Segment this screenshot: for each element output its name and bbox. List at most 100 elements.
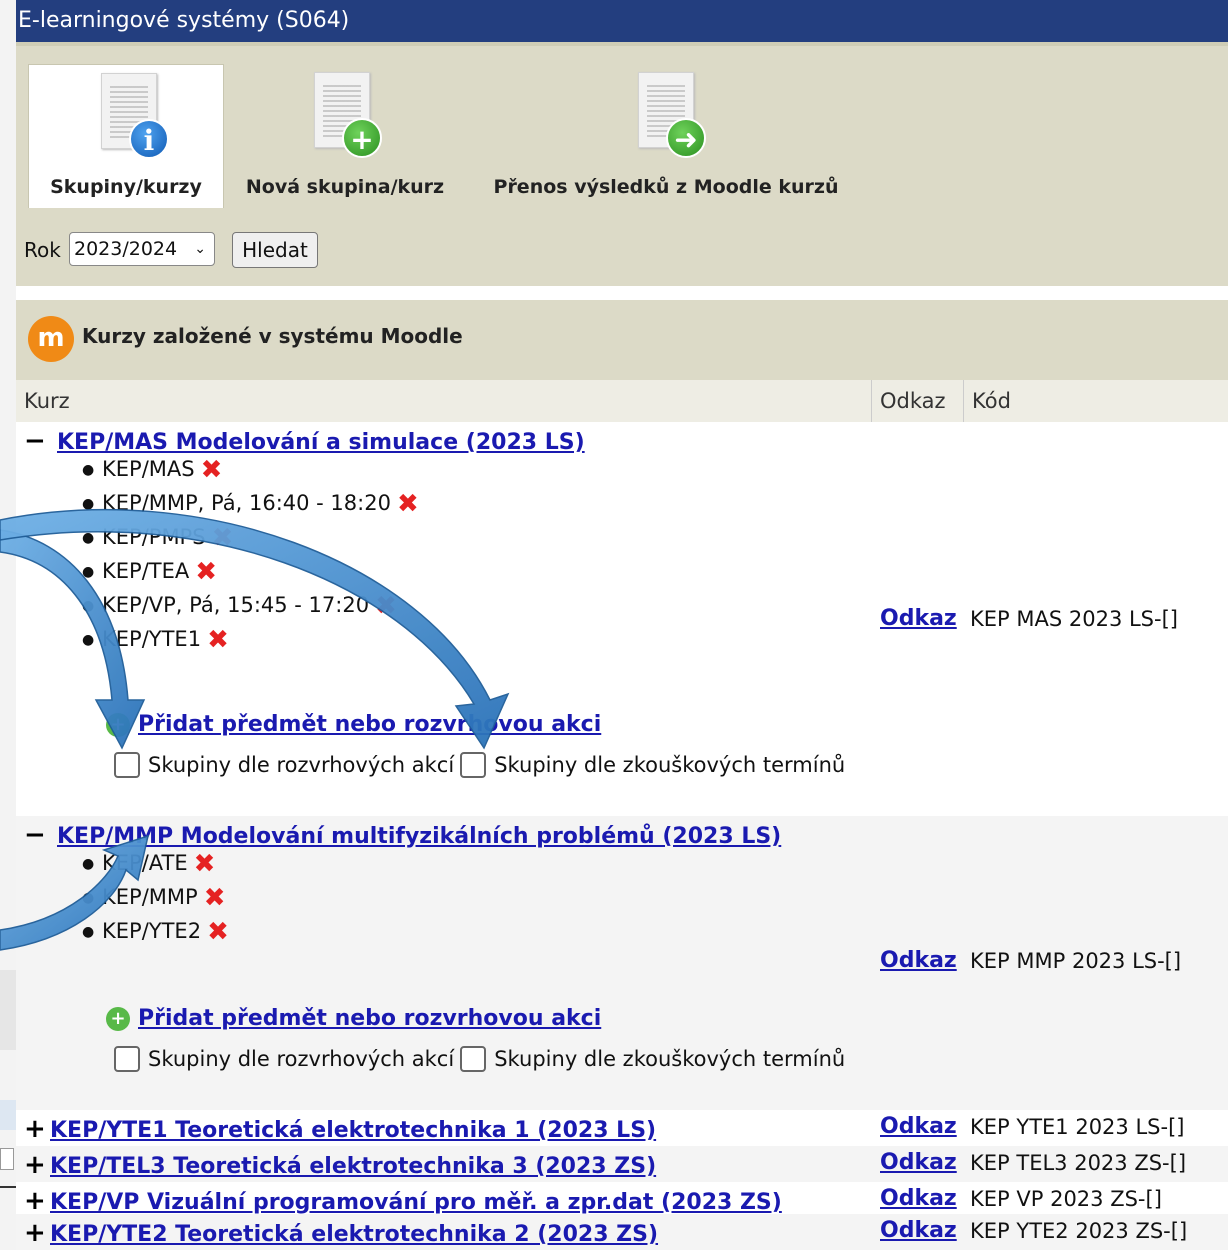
table-row: + KEP/VP Vizuální programování pro měř. a…: [16, 1182, 1228, 1218]
subject-label: KEP/YTE2: [102, 919, 202, 943]
collapse-toggle[interactable]: −: [24, 426, 50, 456]
course-row: − KEP/MMP Modelování multifyzikálních pr…: [16, 816, 1228, 1110]
list-item: ● KEP/YTE1 ✖: [82, 625, 229, 655]
remove-icon[interactable]: ✖: [195, 557, 217, 587]
year-value: 2023/2024: [74, 238, 178, 260]
subject-label: KEP/VP, Pá, 15:45 - 17:20: [102, 593, 370, 617]
column-header-course: Kurz: [24, 389, 70, 413]
expand-toggle[interactable]: +: [24, 1150, 50, 1180]
list-item: ● KEP/ATE ✖: [82, 849, 216, 879]
tab-prenos-vysledku[interactable]: ➜ Přenos výsledků z Moodle kurzů: [474, 64, 858, 212]
list-item: ● KEP/MAS ✖: [82, 455, 223, 485]
course-odkaz-link[interactable]: Odkaz: [880, 1150, 957, 1175]
list-item: ● KEP/YTE2 ✖: [82, 917, 229, 947]
course-code: KEP TEL3 2023 ZS-[]: [970, 1151, 1187, 1175]
groups-by-schedule-checkbox[interactable]: [114, 752, 140, 778]
course-odkaz-link[interactable]: Odkaz: [880, 1218, 957, 1243]
app-window: E-learningové systémy (S064) i Skupiny/k…: [16, 0, 1228, 1250]
remove-icon[interactable]: ✖: [212, 523, 234, 553]
tab-nova-skupina[interactable]: + Nová skupina/kurz: [230, 64, 460, 212]
year-label: Rok: [24, 238, 61, 262]
info-document-icon: i: [93, 73, 169, 159]
checkbox-label: Skupiny dle zkouškových termínů: [494, 1047, 846, 1071]
section-header: m Kurzy založené v systému Moodle: [16, 300, 1228, 380]
tab-skupiny-kurzy[interactable]: i Skupiny/kurzy: [28, 64, 224, 212]
list-item: ● KEP/VP, Pá, 15:45 - 17:20 ✖: [82, 591, 397, 621]
table-row: + KEP/TEL3 Teoretická elektrotechnika 3 (…: [16, 1146, 1228, 1182]
table-header: Kurz Odkaz Kód: [16, 380, 1228, 422]
tab-bar: i Skupiny/kurzy + Nová skupina/kurz ➜ Př…: [16, 42, 1228, 212]
table-row: + KEP/YTE2 Teoretická elektrotechnika 2 (…: [16, 1214, 1228, 1250]
remove-icon[interactable]: ✖: [194, 849, 216, 879]
groups-by-schedule-checkbox[interactable]: [114, 1046, 140, 1072]
subject-label: KEP/MAS: [102, 457, 195, 481]
add-subject-link[interactable]: Přidat předmět nebo rozvrhovou akci: [138, 712, 601, 737]
course-code: KEP YTE1 2023 LS-[]: [970, 1115, 1185, 1139]
course-code: KEP YTE2 2023 ZS-[]: [970, 1219, 1188, 1243]
course-odkaz-link[interactable]: Odkaz: [880, 606, 957, 631]
checkbox-label: Skupiny dle rozvrhových akcí: [148, 1047, 455, 1071]
course-link[interactable]: KEP/YTE2 Teoretická elektrotechnika 2 (2…: [50, 1222, 658, 1247]
tab-label: Přenos výsledků z Moodle kurzů: [493, 176, 839, 198]
chevron-down-icon: ⌄: [194, 241, 206, 257]
add-circle-icon: +: [106, 713, 130, 737]
course-link[interactable]: KEP/YTE1 Teoretická elektrotechnika 1 (2…: [50, 1118, 656, 1143]
tab-label: Nová skupina/kurz: [245, 176, 445, 198]
groups-by-exam-checkbox[interactable]: [460, 752, 487, 778]
add-subject-link[interactable]: Přidat předmět nebo rozvrhovou akci: [138, 1006, 601, 1031]
course-odkaz-link[interactable]: Odkaz: [880, 948, 957, 973]
background-divider: [0, 1186, 16, 1188]
course-code: KEP MAS 2023 LS-[]: [970, 607, 1178, 631]
subject-label: KEP/MMP, Pá, 16:40 - 18:20: [102, 491, 391, 515]
remove-icon[interactable]: ✖: [204, 883, 226, 913]
filter-bar: Rok 2023/2024 ⌄ Hledat: [16, 208, 1228, 286]
groups-by-exam-checkbox[interactable]: [460, 1046, 487, 1072]
column-header-code: Kód: [963, 380, 1011, 422]
background-window: [0, 0, 16, 1250]
group-options: Skupiny dle rozvrhových akcí Skupiny dle …: [114, 1046, 851, 1072]
add-subject-row: + Přidat předmět nebo rozvrhovou akci: [106, 712, 601, 737]
add-subject-row: + Přidat předmět nebo rozvrhovou akci: [106, 1006, 601, 1031]
checkbox-label: Skupiny dle zkouškových termínů: [494, 753, 846, 777]
table-row: + KEP/YTE1 Teoretická elektrotechnika 1 (…: [16, 1110, 1228, 1146]
expand-toggle[interactable]: +: [24, 1114, 50, 1144]
window-title: E-learningové systémy (S064): [16, 0, 1228, 42]
subject-list: ● KEP/MAS ✖ ● KEP/MMP, Pá, 16:40 - 18:20 ✖ ●…: [82, 452, 419, 656]
subject-label: KEP/ATE: [102, 851, 188, 875]
course-odkaz-link[interactable]: Odkaz: [880, 1114, 957, 1139]
search-button[interactable]: Hledat: [232, 232, 318, 268]
column-header-link: Odkaz: [871, 380, 963, 422]
section-title: Kurzy založené v systému Moodle: [82, 324, 463, 348]
list-item: ● KEP/MMP, Pá, 16:40 - 18:20 ✖: [82, 489, 419, 519]
year-select[interactable]: 2023/2024 ⌄: [69, 232, 215, 266]
group-options: Skupiny dle rozvrhových akcí Skupiny dle …: [114, 752, 851, 778]
course-link[interactable]: KEP/VP Vizuální programování pro měř. a …: [50, 1190, 782, 1215]
tab-label: Skupiny/kurzy: [50, 176, 202, 198]
remove-icon[interactable]: ✖: [207, 917, 229, 947]
list-item: ● KEP/PMPS ✖: [82, 523, 234, 553]
moodle-icon: m: [28, 316, 74, 362]
expand-toggle[interactable]: +: [24, 1218, 50, 1248]
course-odkaz-link[interactable]: Odkaz: [880, 1186, 957, 1211]
background-row: [0, 1100, 16, 1130]
remove-icon[interactable]: ✖: [207, 625, 229, 655]
add-document-icon: +: [306, 72, 382, 158]
subject-label: KEP/TEA: [102, 559, 190, 583]
collapse-toggle[interactable]: −: [24, 820, 50, 850]
background-control: [0, 1148, 14, 1170]
subject-label: KEP/MMP: [102, 885, 198, 909]
subject-label: KEP/PMPS: [102, 525, 206, 549]
expand-toggle[interactable]: +: [24, 1186, 50, 1216]
remove-icon[interactable]: ✖: [201, 455, 223, 485]
list-item: ● KEP/TEA ✖: [82, 557, 218, 587]
course-row: − KEP/MAS Modelování a simulace (2023 LS…: [16, 422, 1228, 816]
remove-icon[interactable]: ✖: [375, 591, 397, 621]
list-item: ● KEP/MMP ✖: [82, 883, 226, 913]
subject-label: KEP/YTE1: [102, 627, 202, 651]
course-code: KEP VP 2023 ZS-[]: [970, 1187, 1162, 1211]
course-code: KEP MMP 2023 LS-[]: [970, 949, 1182, 973]
transfer-document-icon: ➜: [630, 72, 706, 158]
subject-list: ● KEP/ATE ✖ ● KEP/MMP ✖ ● KEP/YTE2 ✖: [82, 846, 229, 948]
remove-icon[interactable]: ✖: [397, 489, 419, 519]
course-link[interactable]: KEP/TEL3 Teoretická elektrotechnika 3 (2…: [50, 1154, 656, 1179]
